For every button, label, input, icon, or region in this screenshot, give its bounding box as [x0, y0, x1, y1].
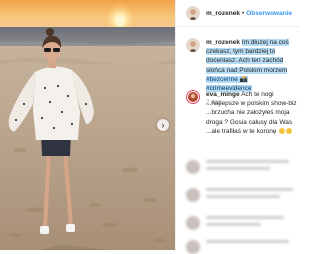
blurred-avatar [186, 188, 200, 202]
instagram-post: › m_rozenek • Obserwowanie m_rozenek Im … [0, 0, 301, 254]
emoji-icon [279, 127, 286, 134]
blurred-avatar [186, 160, 200, 174]
commenter-username[interactable]: eva_minge [206, 91, 240, 98]
beach-sunset-image [0, 0, 175, 250]
caption-username[interactable]: m_rozenek [206, 39, 240, 46]
emoji-icon [286, 127, 293, 134]
post-photo[interactable]: › [0, 0, 175, 250]
post-header: m_rozenek • Obserwowanie [176, 0, 300, 27]
blurred-comment [186, 160, 298, 174]
caption-avatar[interactable] [186, 38, 200, 52]
comment: eva_minge Ach te nogi ...najlepsze w pol… [186, 90, 301, 136]
avatar[interactable] [186, 6, 200, 20]
header-separator: • [241, 9, 245, 17]
blurred-comment [186, 216, 298, 230]
comment-text: eva_minge Ach te nogi ...najlepsze w pol… [206, 90, 298, 136]
post-side-panel: m_rozenek • Obserwowanie m_rozenek Im dł… [175, 0, 301, 254]
blurred-comment [186, 240, 298, 254]
commenter-avatar[interactable] [186, 90, 200, 104]
following-button[interactable]: Obserwowanie [246, 10, 292, 17]
blurred-avatar [186, 216, 200, 230]
author-username[interactable]: m_rozenek [206, 10, 240, 17]
chevron-right-icon[interactable]: › [157, 119, 169, 131]
blurred-avatar [186, 240, 200, 254]
blurred-comment [186, 188, 298, 202]
